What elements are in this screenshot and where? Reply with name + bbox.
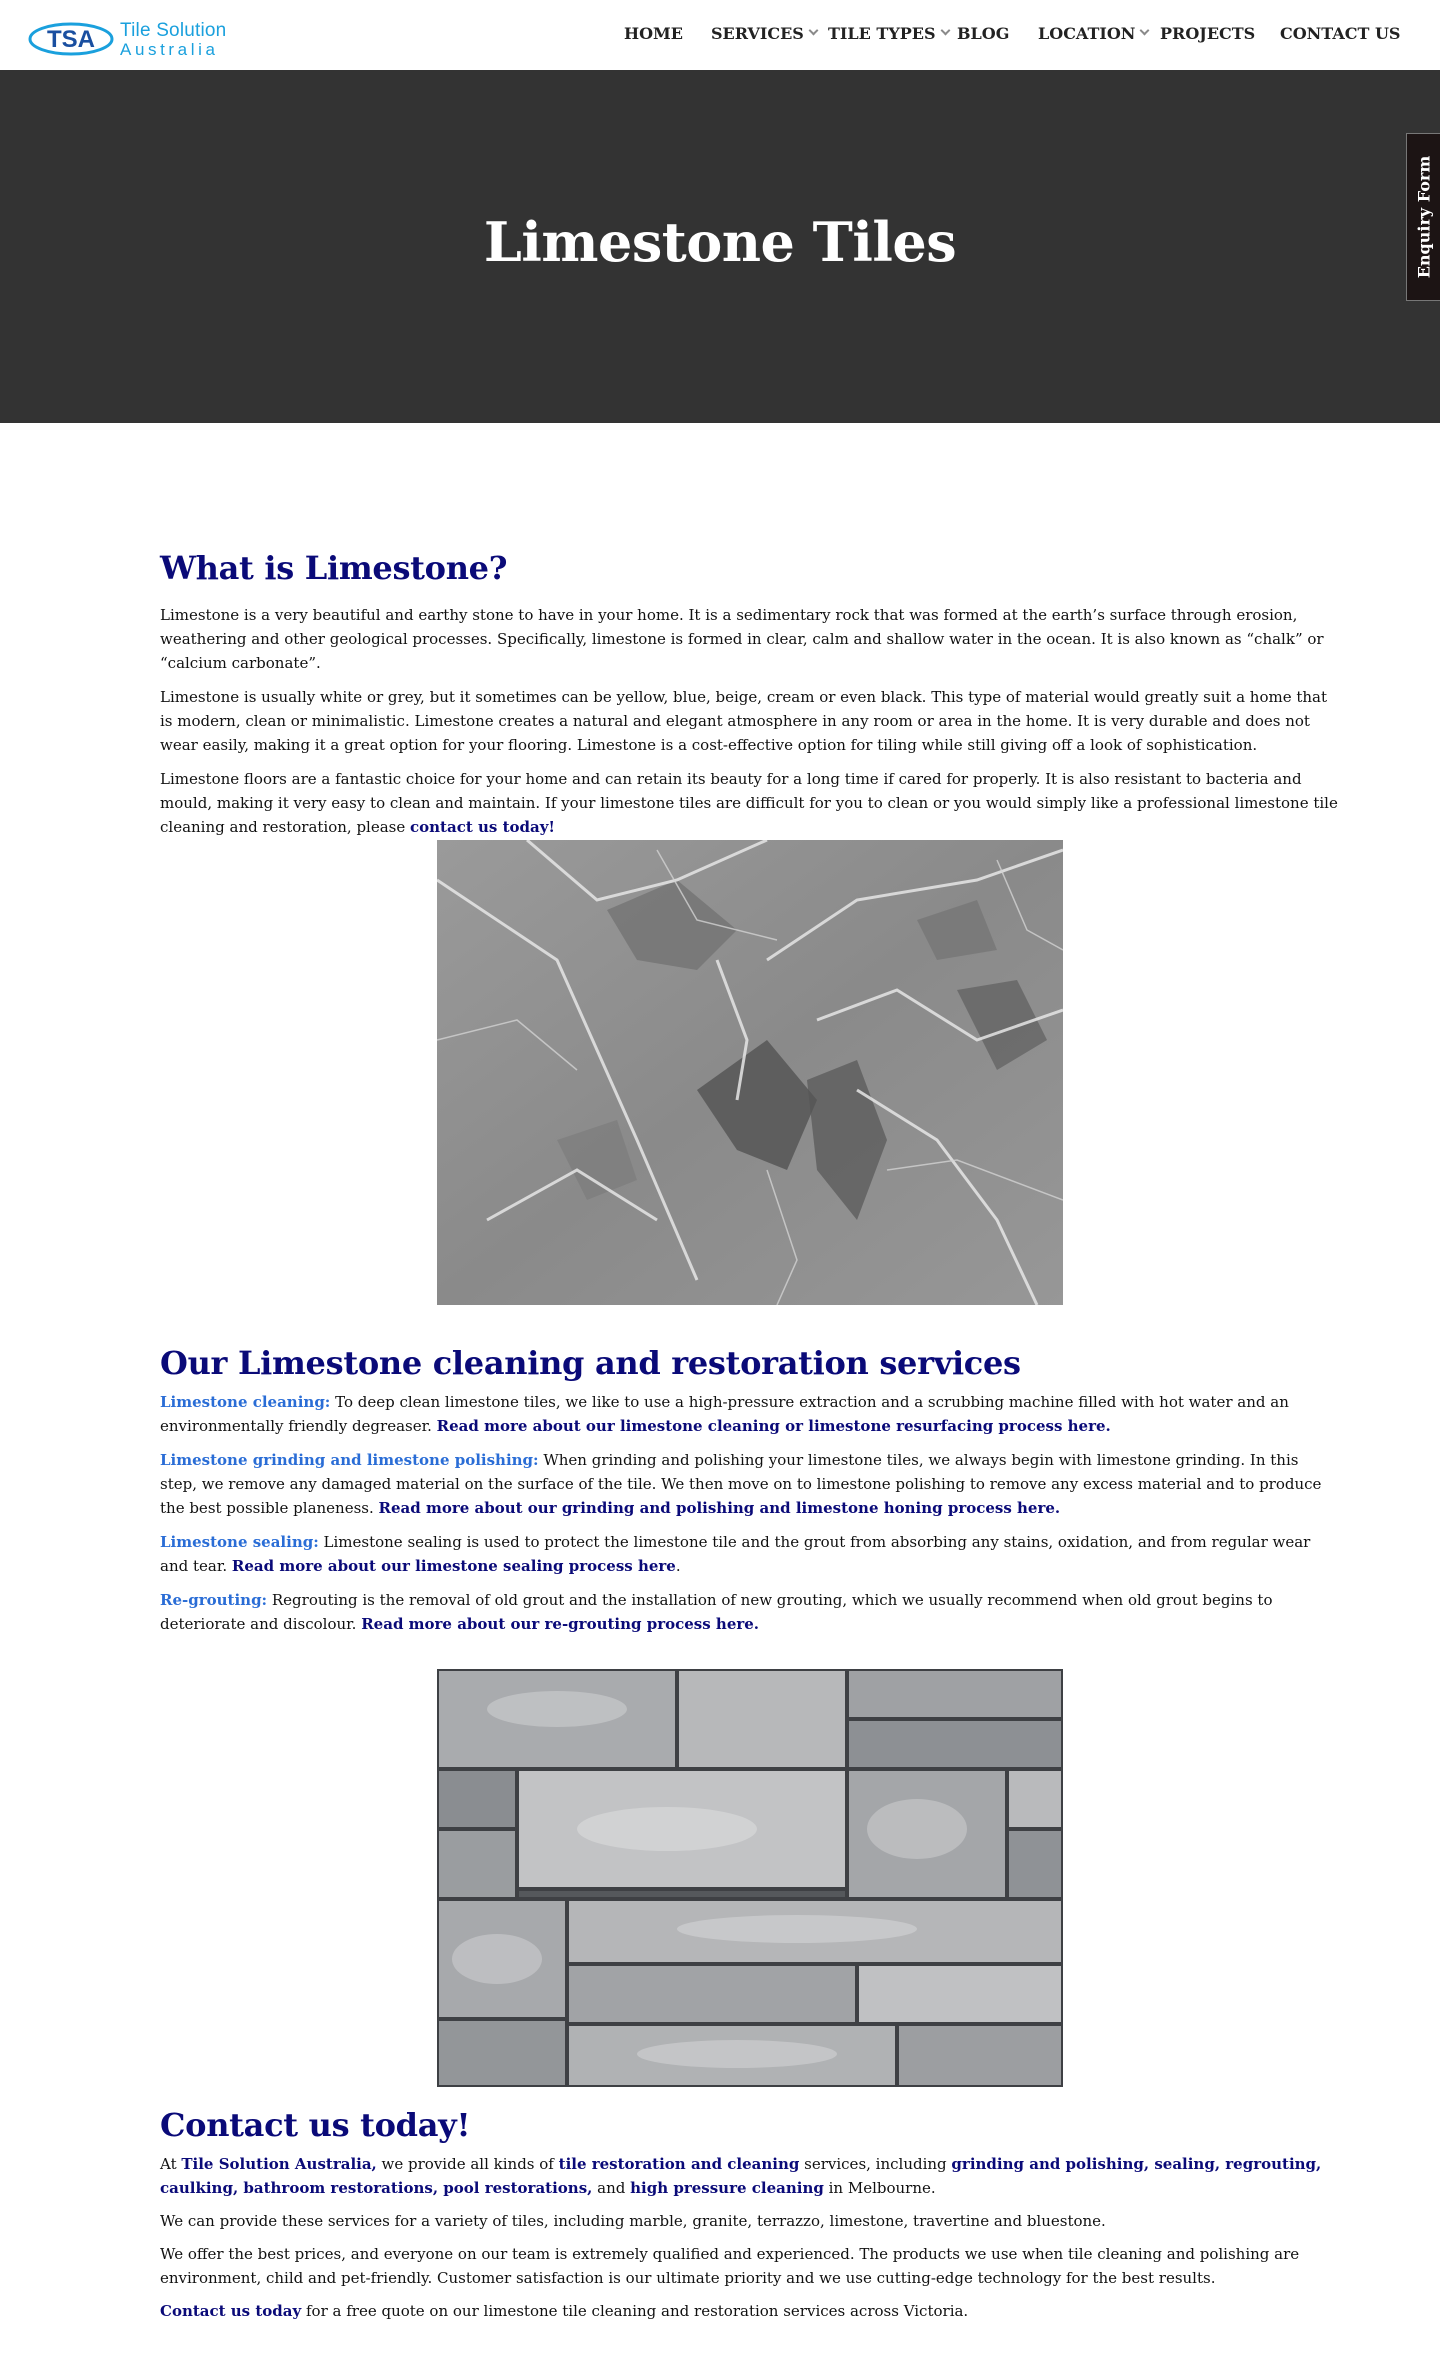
service-label: Limestone sealing: [160,1532,319,1551]
nav-location[interactable]: LOCATION [1038,24,1150,43]
service-label: Limestone grinding and limestone polishi… [160,1450,539,1469]
nav-services[interactable]: SERVICES [711,24,819,43]
service-label: Re-grouting: [160,1590,268,1609]
nav-tile-types[interactable]: TILE TYPES [828,24,950,43]
chevron-down-icon [808,25,819,36]
limestone-stack-stone-image [437,1669,1063,2087]
section-heading: What is Limestone? [160,549,508,587]
section-heading: Our Limestone cleaning and restoration s… [160,1344,1021,1382]
section-what-is-limestone: What is Limestone? Limestone is a very b… [160,550,1340,839]
nav-projects[interactable]: PROJECTS [1160,24,1255,43]
paragraph: We can provide these services for a vari… [160,2211,1106,2230]
chevron-down-icon [940,25,950,36]
enquiry-form-tab[interactable]: Enquiry Form [1406,133,1440,301]
paragraph: Limestone floors are a fantastic choice … [160,769,1338,836]
service-item: Limestone cleaning: To deep clean limest… [160,1392,1289,1435]
page-title: Limestone Tiles [483,210,957,274]
read-more-grinding-link[interactable]: Read more about our grinding and polishi… [379,1499,1061,1517]
limestone-marble-image [437,840,1063,1305]
service-item: Re-grouting: Regrouting is the removal o… [160,1590,1273,1633]
chevron-down-icon [1139,25,1150,36]
section-heading: Contact us today! [160,2106,471,2144]
nav-contact-us[interactable]: CONTACT US [1280,24,1400,43]
section-contact-us: Contact us today! At Tile Solution Austr… [160,2107,1340,2323]
enquiry-form-label: Enquiry Form [1414,155,1433,279]
read-more-cleaning-link[interactable]: Read more about our limestone cleaning o… [437,1417,1111,1435]
nav-blog[interactable]: BLOG [957,24,1009,43]
page-hero: Limestone Tiles [0,70,1440,423]
high-pressure-cleaning-link[interactable]: high pressure cleaning [630,2179,824,2197]
paragraph: We offer the best prices, and everyone o… [160,2244,1300,2287]
company-link[interactable]: Tile Solution Australia, [181,2155,376,2173]
contact-us-link[interactable]: contact us today! [410,818,555,836]
marble-texture-image [437,840,1063,1305]
service-item: Limestone grinding and limestone polishi… [160,1450,1322,1517]
read-more-sealing-link[interactable]: Read more about our limestone sealing pr… [232,1557,676,1575]
site-header: TSA Tile Solution Australia HOME SERVICE… [0,0,1440,70]
nav-home[interactable]: HOME [624,24,683,43]
section-services: Our Limestone cleaning and restoration s… [160,1345,1340,1636]
paragraph: At Tile Solution Australia, we provide a… [160,2154,1322,2197]
paragraph: Contact us today for a free quote on our… [160,2301,969,2320]
paragraph: Limestone is usually white or grey, but … [160,687,1328,754]
paragraph: Limestone is a very beautiful and earthy… [160,605,1324,672]
read-more-regrouting-link[interactable]: Read more about our re-grouting process … [361,1615,759,1633]
contact-us-today-link[interactable]: Contact us today [160,2302,301,2320]
stone-wall-image [437,1669,1063,2087]
tile-restoration-link[interactable]: tile restoration and cleaning [559,2155,800,2173]
service-label: Limestone cleaning: [160,1392,331,1411]
main-nav: HOME SERVICES TILE TYPES BLOG LOCATION P… [0,0,1440,68]
service-item: Limestone sealing: Limestone sealing is … [160,1532,1311,1575]
